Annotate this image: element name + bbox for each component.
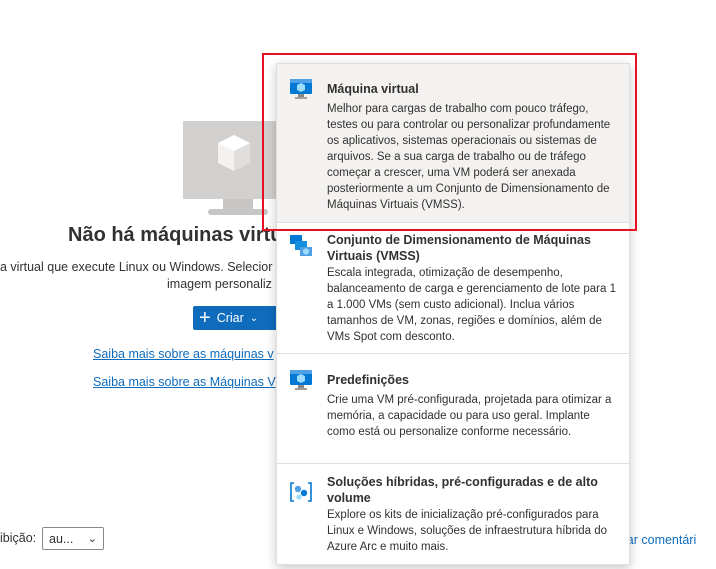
- menu-item-title: Soluções híbridas, pré-configuradas e de…: [327, 475, 598, 505]
- menu-item-description: Melhor para cargas de trabalho com pouco…: [327, 103, 611, 211]
- virtual-machine-icon: [290, 79, 312, 99]
- menu-item-hybrid-solutions[interactable]: Soluções híbridas, pré-configuradas e de…: [277, 464, 629, 563]
- vm-scale-set-icon: [290, 235, 312, 256]
- create-button-label: Criar: [216, 311, 244, 325]
- menu-item-vmss[interactable]: Conjunto de Dimensionamento de Máquinas …: [277, 223, 629, 353]
- menu-item-description: Escala integrada, otimização de desempen…: [327, 267, 616, 343]
- empty-state-description-line1: a virtual que execute Linux ou Windows. …: [0, 260, 273, 274]
- chevron-down-icon: ⌄: [249, 312, 259, 324]
- empty-state-description-line2: imagem personaliz: [167, 277, 272, 291]
- menu-item-virtual-machine[interactable]: Máquina virtual Melhor para cargas de tr…: [277, 64, 629, 222]
- add-icon: +: [199, 307, 211, 329]
- feedback-link[interactable]: iar comentári: [624, 533, 696, 547]
- menu-item-title: Conjunto de Dimensionamento de Máquinas …: [327, 233, 591, 263]
- menu-item-title: Predefinições: [327, 373, 409, 387]
- menu-item-title: Máquina virtual: [327, 82, 419, 96]
- empty-state-description: a virtual que execute Linux ou Windows. …: [0, 259, 300, 291]
- create-menu: Máquina virtual Melhor para cargas de tr…: [276, 63, 630, 565]
- learn-more-vm-link[interactable]: Saiba mais sobre as máquinas v: [93, 347, 274, 361]
- view-dropdown[interactable]: au... ⌄: [42, 527, 104, 550]
- hybrid-solutions-icon: [290, 482, 312, 502]
- view-label: ibição:: [0, 531, 37, 545]
- menu-item-presets[interactable]: Predefinições Crie uma VM pré-configurad…: [277, 354, 629, 463]
- empty-state-title: Não há máquinas virtu: [68, 224, 283, 246]
- menu-item-description: Crie uma VM pré-configurada, projetada p…: [327, 394, 612, 438]
- learn-more-vmss-link[interactable]: Saiba mais sobre as Máquinas V: [93, 375, 276, 389]
- create-button[interactable]: + Criar ⌄: [193, 306, 283, 330]
- preset-vm-icon: [290, 370, 312, 390]
- menu-item-description: Explore os kits de inicialização pré-con…: [327, 509, 607, 553]
- chevron-down-icon: ⌄: [87, 533, 97, 545]
- view-dropdown-value: au...: [49, 531, 74, 546]
